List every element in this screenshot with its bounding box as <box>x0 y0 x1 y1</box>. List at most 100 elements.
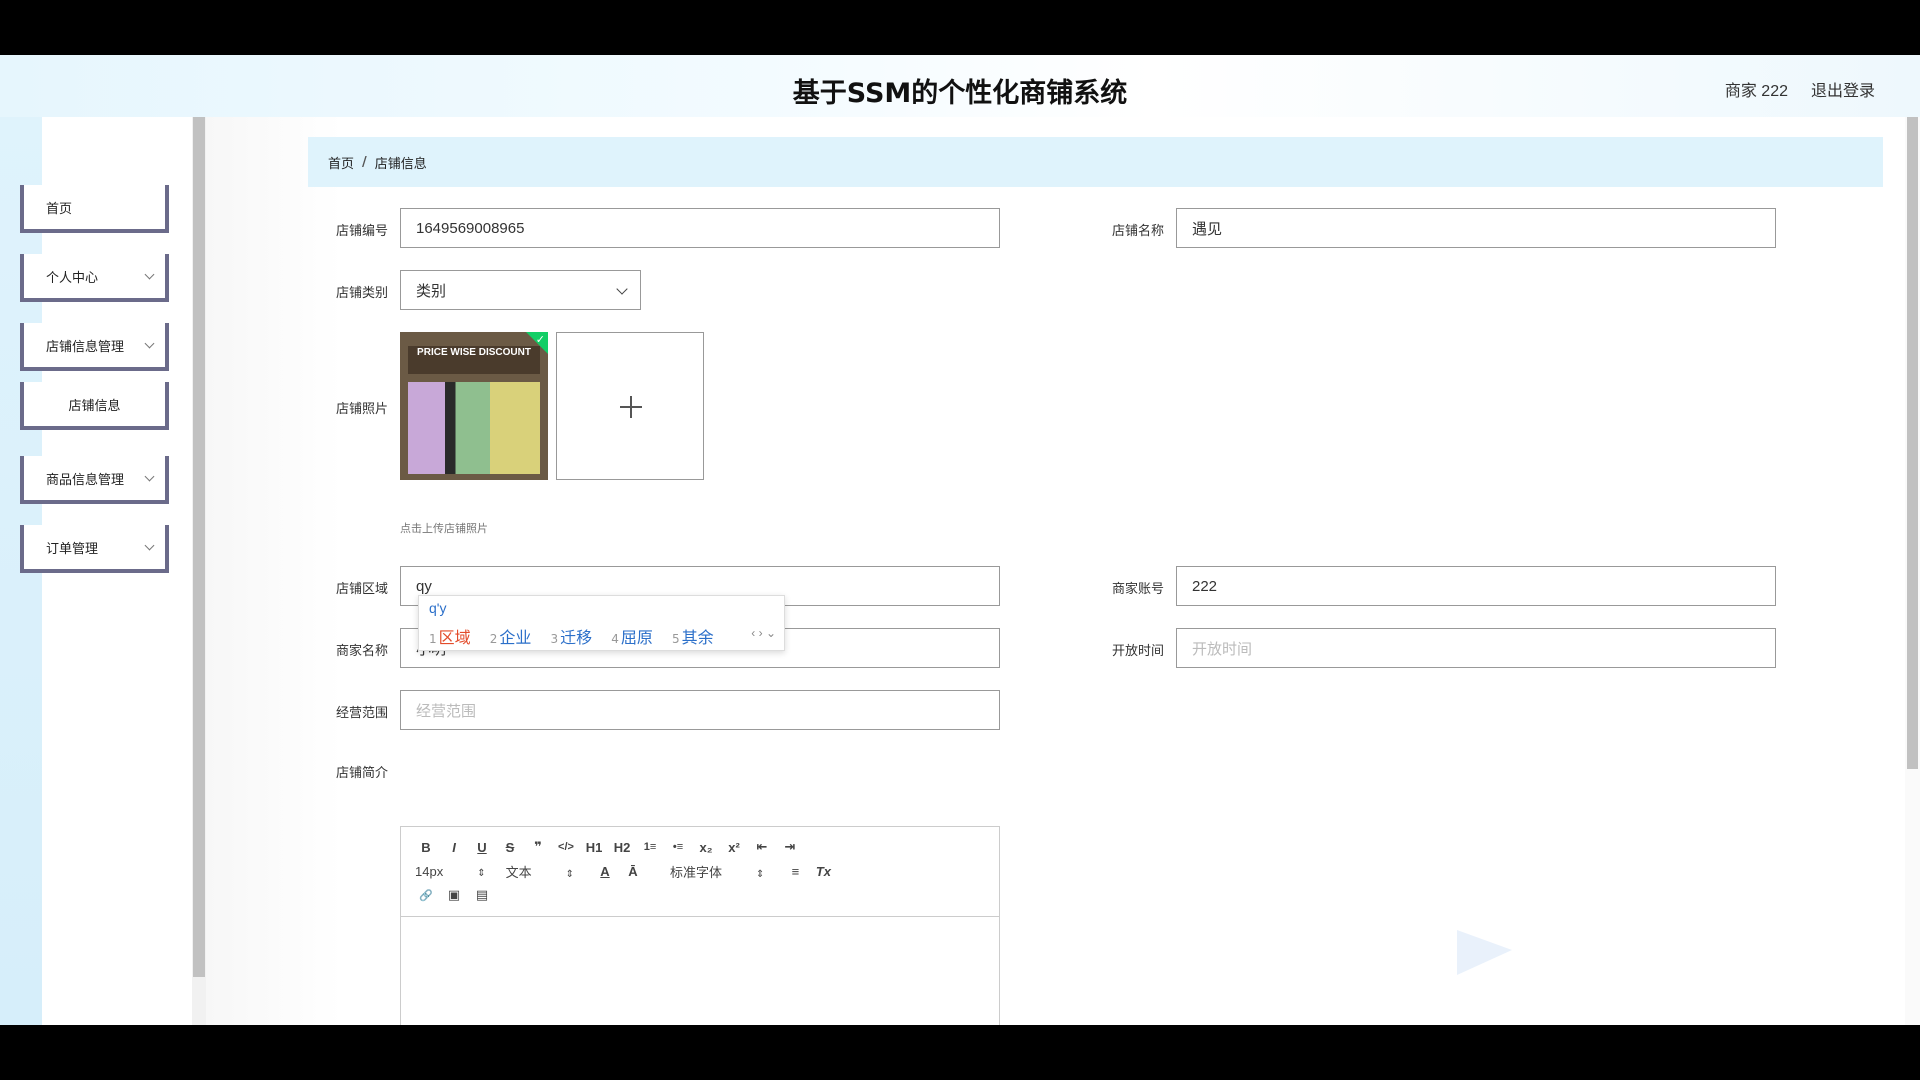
bold-button[interactable]: B <box>415 840 437 855</box>
photo-upload-hint: 点击上传店铺照片 <box>400 522 488 535</box>
superscript-button[interactable]: x² <box>723 840 745 855</box>
shop-no-label: 店铺编号 <box>335 224 388 239</box>
sidebar-item-label: 订单管理 <box>46 541 99 557</box>
toolbar-row-3: 🔗 ▣ ▤ <box>415 883 985 907</box>
photo-upload-button[interactable] <box>556 332 704 480</box>
breadcrumb-home[interactable]: 首页 <box>328 153 354 172</box>
image-button[interactable]: ▣ <box>443 887 465 903</box>
plus-icon-vertical <box>630 396 632 418</box>
font-family-select[interactable]: 标准字体 ⇕ <box>670 862 764 881</box>
merchant-name-label: 商家名称 <box>335 644 388 659</box>
photo-sign-text: PRICE WISE DISCOUNT <box>408 346 540 374</box>
sidebar-item-label: 店铺信息 <box>68 398 121 414</box>
ime-candidate[interactable]: 3 迁移 <box>551 628 593 647</box>
heading-value: 文本 <box>505 864 532 880</box>
sidebar-item-label: 个人中心 <box>46 270 99 286</box>
sidebar-scrollbar-thumb[interactable] <box>193 117 205 977</box>
shop-intro-label: 店铺简介 <box>335 766 388 781</box>
system-title: 基于SSM的个性化商铺系统 <box>792 78 1128 109</box>
photo-storefront <box>408 382 540 474</box>
main-scrollbar[interactable] <box>1905 117 1920 1025</box>
sidebar-item-shop-info-management[interactable]: 店铺信息管理 <box>20 323 169 371</box>
business-scope-input[interactable]: 经营范围 <box>400 690 1000 730</box>
shop-name-label: 店铺名称 <box>1111 224 1164 239</box>
app-window: 基于SSM的个性化商铺系统 商家 222 退出登录 首页 个人中心 店铺信息管理… <box>0 55 1920 1025</box>
font-size-value: 14px <box>415 863 444 879</box>
subscript-button[interactable]: x₂ <box>695 840 717 855</box>
shop-no-input[interactable]: 1649569008965 <box>400 208 1000 248</box>
ime-candidate[interactable]: 2 企业 <box>490 628 532 647</box>
ime-candidate[interactable]: 1 区域 <box>429 628 471 647</box>
check-icon: ✓ <box>535 334 545 346</box>
shop-name-input[interactable]: 遇见 <box>1176 208 1776 248</box>
main-scrollbar-thumb[interactable] <box>1907 117 1918 769</box>
shop-photo-label: 店铺照片 <box>335 402 388 417</box>
select-arrows-icon: ⇕ <box>565 868 574 880</box>
ime-candidate[interactable]: 5 其余 <box>672 628 714 647</box>
ime-candidate-popup: q'y 1 区域 2 企业 3 迁移 4 屈原 5 其余 ‹ › ⌄ <box>418 595 785 651</box>
ordered-list-button[interactable]: 1≡ <box>639 841 661 853</box>
current-user: 商家 222 <box>1724 83 1788 100</box>
breadcrumb-current: 店铺信息 <box>374 156 427 172</box>
background-color-button[interactable]: Ā <box>622 864 644 879</box>
shop-category-value: 类别 <box>416 282 447 300</box>
top-header: 基于SSM的个性化商铺系统 商家 222 退出登录 <box>0 55 1920 117</box>
text-color-button[interactable]: A <box>594 864 616 879</box>
italic-button[interactable]: I <box>443 840 465 855</box>
merchant-account-label: 商家账号 <box>1111 582 1164 597</box>
shop-category-select[interactable]: 类别 <box>400 270 641 310</box>
shop-category-label: 店铺类别 <box>335 286 388 301</box>
select-arrows-icon: ⇕ <box>756 868 765 880</box>
chevron-down-icon <box>144 540 155 551</box>
strike-button[interactable]: S <box>499 840 521 855</box>
watermark-logo <box>1457 930 1512 975</box>
sidebar-item-product-management[interactable]: 商品信息管理 <box>20 456 169 504</box>
open-time-label: 开放时间 <box>1111 644 1164 659</box>
breadcrumb-separator: / <box>362 154 367 170</box>
ime-candidate-list: 1 区域 2 企业 3 迁移 4 屈原 5 其余 <box>429 624 728 648</box>
ime-composition: q'y <box>429 600 447 616</box>
ime-page-nav[interactable]: ‹ › ⌄ <box>751 626 776 640</box>
sidebar-item-order-management[interactable]: 订单管理 <box>20 525 169 573</box>
chevron-down-icon <box>144 471 155 482</box>
font-family-value: 标准字体 <box>670 864 723 880</box>
ime-candidate[interactable]: 4 屈原 <box>611 628 653 647</box>
editor-toolbar: B I U S ❞ </> H1 H2 1≡ •≡ x₂ x² ⇤ ⇥ 14px… <box>401 827 999 917</box>
quote-button[interactable]: ❞ <box>527 839 549 855</box>
h2-button[interactable]: H2 <box>611 840 633 855</box>
sidebar-scrollbar[interactable] <box>192 117 206 1025</box>
sidebar: 首页 个人中心 店铺信息管理 店铺信息 商品信息管理 订单管理 <box>0 117 192 1025</box>
open-time-input[interactable]: 开放时间 <box>1176 628 1776 668</box>
sidebar-item-home[interactable]: 首页 <box>20 185 169 233</box>
merchant-account-input[interactable]: 222 <box>1176 566 1776 606</box>
toolbar-row-2: 14px ⇕ 文本 ⇕ A Ā 标准字体 ⇕ ≡ Tx <box>415 859 985 883</box>
chevron-down-icon <box>144 338 155 349</box>
logout-button[interactable]: 退出登录 <box>1811 77 1875 101</box>
sidebar-item-personal-center[interactable]: 个人中心 <box>20 254 169 302</box>
toolbar-row-1: B I U S ❞ </> H1 H2 1≡ •≡ x₂ x² ⇤ ⇥ <box>415 835 985 859</box>
select-arrows-icon: ⇕ <box>477 867 486 879</box>
sidebar-item-label: 商品信息管理 <box>46 472 125 488</box>
outdent-button[interactable]: ⇤ <box>751 839 773 855</box>
business-scope-label: 经营范围 <box>335 706 388 721</box>
shop-photo-thumbnail[interactable]: PRICE WISE DISCOUNT ✓ <box>400 332 548 480</box>
underline-button[interactable]: U <box>471 840 493 855</box>
link-button[interactable]: 🔗 <box>415 889 437 902</box>
shop-area-label: 店铺区域 <box>335 582 388 597</box>
breadcrumb: 首页 / 店铺信息 <box>308 137 1883 187</box>
video-button[interactable]: ▤ <box>471 887 493 903</box>
chevron-down-icon <box>144 269 155 280</box>
h1-button[interactable]: H1 <box>583 840 605 855</box>
clear-format-button[interactable]: Tx <box>812 864 834 879</box>
heading-select[interactable]: 文本 ⇕ <box>506 862 574 881</box>
font-size-select[interactable]: 14px ⇕ <box>415 864 486 879</box>
bullet-list-button[interactable]: •≡ <box>667 841 689 853</box>
code-button[interactable]: </> <box>555 841 577 853</box>
indent-button[interactable]: ⇥ <box>779 839 801 855</box>
sidebar-item-label: 店铺信息管理 <box>46 339 125 355</box>
align-button[interactable]: ≡ <box>784 864 806 879</box>
sidebar-item-shop-info[interactable]: 店铺信息 <box>20 382 169 430</box>
sidebar-item-label: 首页 <box>46 201 73 217</box>
chevron-down-icon <box>616 283 628 295</box>
rich-text-editor[interactable]: B I U S ❞ </> H1 H2 1≡ •≡ x₂ x² ⇤ ⇥ 14px… <box>400 826 1000 1025</box>
